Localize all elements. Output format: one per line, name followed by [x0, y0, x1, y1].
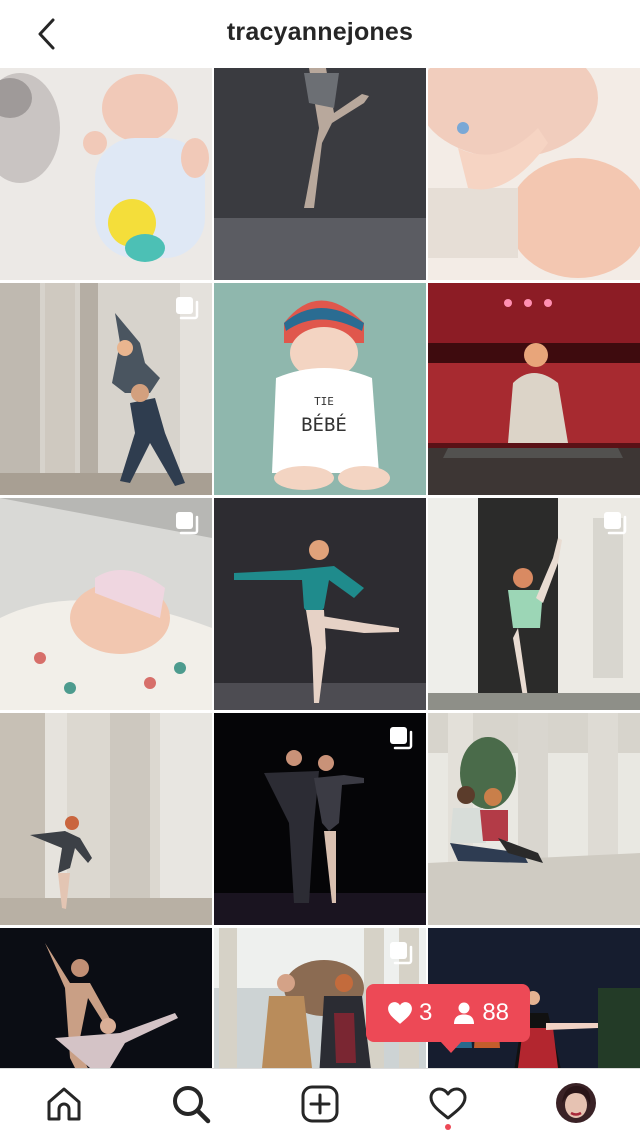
- likes-count: 3: [387, 999, 432, 1027]
- post-image: [428, 283, 640, 495]
- post-image: [0, 68, 212, 280]
- post-image: TIE BÉBÉ: [214, 283, 426, 495]
- post-image: [0, 713, 212, 925]
- grid-post[interactable]: [0, 928, 212, 1068]
- profile-username-title: tracyannejones: [226, 18, 414, 46]
- tab-activity[interactable]: [427, 1083, 469, 1125]
- grid-post[interactable]: [428, 283, 640, 495]
- grid-post[interactable]: [214, 713, 426, 925]
- followers-count: 88: [452, 999, 509, 1027]
- add-post-icon: [301, 1085, 339, 1123]
- multiple-photos-icon: [604, 512, 627, 535]
- multiple-photos-icon: [390, 727, 413, 750]
- tab-new-post[interactable]: [299, 1083, 341, 1125]
- tab-search[interactable]: [170, 1083, 212, 1125]
- multiple-photos-icon: [390, 942, 413, 965]
- grid-post[interactable]: [0, 68, 212, 280]
- multiple-photos-icon: [176, 512, 199, 535]
- bottom-tab-bar: [0, 1068, 640, 1138]
- photo-grid: TIE BÉBÉ: [0, 68, 640, 1068]
- post-image: [428, 68, 640, 280]
- person-icon: [454, 1002, 475, 1024]
- likes-count-value: 3: [418, 999, 433, 1026]
- grid-post[interactable]: [428, 498, 640, 710]
- post-image: [214, 498, 426, 710]
- activity-notification-bubble[interactable]: 3 88: [366, 984, 530, 1053]
- activity-heart-icon: [429, 1087, 467, 1120]
- tab-profile[interactable]: [556, 1083, 596, 1123]
- grid-post[interactable]: [428, 68, 640, 280]
- grid-post[interactable]: [0, 713, 212, 925]
- svg-text:BÉBÉ: BÉBÉ: [301, 413, 347, 436]
- tab-home[interactable]: [43, 1083, 85, 1125]
- svg-text:TIE: TIE: [314, 395, 334, 408]
- grid-post[interactable]: [214, 68, 426, 280]
- post-image: [428, 713, 640, 925]
- profile-avatar: [556, 1083, 596, 1123]
- followers-count-value: 88: [482, 999, 510, 1026]
- grid-post[interactable]: [428, 713, 640, 925]
- post-image: [214, 68, 426, 280]
- search-icon: [173, 1086, 211, 1124]
- heart-icon: [388, 1002, 412, 1024]
- grid-post[interactable]: [214, 498, 426, 710]
- grid-post[interactable]: [0, 498, 212, 710]
- grid-post[interactable]: [0, 283, 212, 495]
- top-bar: tracyannejones: [0, 0, 640, 68]
- multiple-photos-icon: [176, 297, 199, 320]
- home-icon: [47, 1087, 81, 1121]
- grid-post[interactable]: TIE BÉBÉ: [214, 283, 426, 495]
- post-image: [0, 928, 212, 1068]
- activity-indicator-dot: [445, 1124, 451, 1130]
